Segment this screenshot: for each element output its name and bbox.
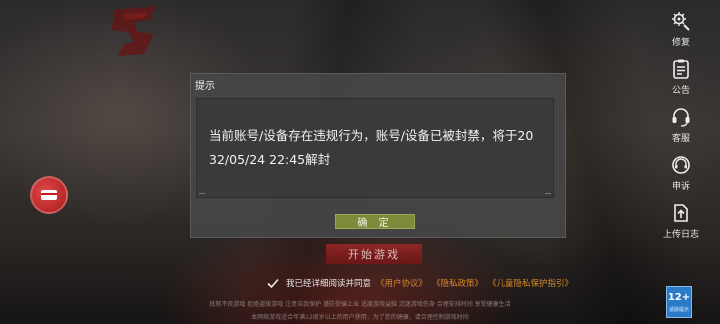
support-button[interactable]: 客服: [656, 102, 706, 150]
privacy-policy-link[interactable]: 《隐私政策》: [432, 277, 483, 289]
scroll-corner-left: [199, 193, 205, 196]
ban-notice-dialog: 提示 当前账号/设备存在违规行为，账号/设备已被封禁，将于2032/05/24 …: [190, 73, 566, 238]
appeal-label: 申诉: [671, 182, 690, 192]
dialog-message-box: 当前账号/设备存在违规行为，账号/设备已被封禁，将于2032/05/24 22:…: [196, 98, 554, 198]
floating-assist-button[interactable]: [30, 176, 68, 214]
agreement-checkbox[interactable]: [266, 276, 280, 290]
headset-icon: [672, 108, 690, 127]
health-notice-line1: 抵制不良游戏 拒绝盗版游戏 注意自我保护 谨防受骗上当 适度游戏益脑 沉迷游戏伤…: [209, 301, 511, 308]
clipboard-icon: [673, 59, 689, 79]
appeal-button[interactable]: 申诉: [656, 150, 706, 198]
child-privacy-link[interactable]: 《儿童隐私保护指引》: [488, 277, 573, 289]
confirm-button[interactable]: 确 定: [335, 214, 415, 229]
game-logo: [112, 6, 156, 56]
upload-icon: [674, 204, 688, 222]
repair-button[interactable]: 修复: [656, 6, 706, 54]
notice-label: 公告: [671, 86, 690, 96]
age-rating-badge: 12+ 适龄提示: [666, 286, 692, 318]
dialog-title: 提示: [195, 81, 215, 92]
age-rating-label: 适龄提示: [668, 306, 689, 313]
wrench-gear-icon: [672, 12, 690, 31]
chat-headset-icon: [672, 156, 690, 174]
notice-button[interactable]: 公告: [656, 54, 706, 102]
card-icon: [41, 190, 57, 200]
support-label: 客服: [671, 134, 690, 144]
upload-log-label: 上传日志: [662, 230, 699, 240]
age-rating-number: 12+: [667, 291, 691, 303]
start-game-button[interactable]: 开始游戏: [326, 244, 422, 264]
dialog-message: 当前账号/设备存在违规行为，账号/设备已被封禁，将于2032/05/24 22:…: [209, 128, 534, 167]
agreement-row: 我已经详细阅读并同意 《用户协议》 《隐私政策》 《儿童隐私保护指引》: [266, 276, 578, 290]
upload-log-button[interactable]: 上传日志: [656, 198, 706, 246]
right-side-menu: 修复 公告 客服 申诉 上传日志: [656, 6, 706, 246]
user-agreement-link[interactable]: 《用户协议》: [376, 277, 427, 289]
agreement-text: 我已经详细阅读并同意: [286, 279, 372, 289]
health-notice-line2: 本网络游戏适合年满12周岁以上的用户使用，为了您的健康，请合理控制游戏时间: [251, 314, 469, 321]
scroll-corner-right: [545, 193, 551, 196]
repair-label: 修复: [671, 38, 690, 48]
